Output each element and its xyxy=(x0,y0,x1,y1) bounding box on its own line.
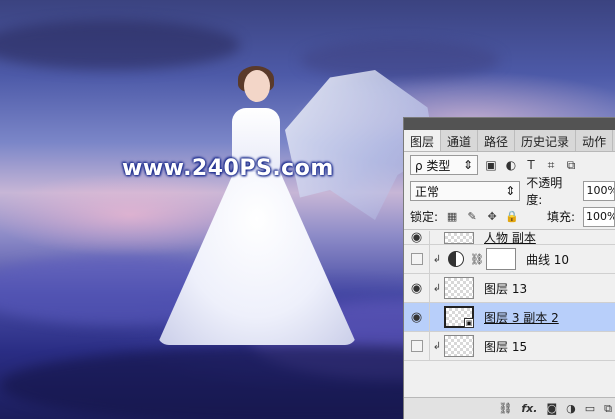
fill-input[interactable]: 100% xyxy=(583,206,615,227)
layers-list: ◉ 人物 副本 ↲ ⛓ 曲线 10 ◉ ↲ 图层 13 ◉ ▣ 图层 3 副本 … xyxy=(404,231,615,398)
filter-row: ρ 类型 ⇕ ▣ ◐ T ⌗ ⧉ xyxy=(404,152,615,178)
layer-name: 图层 15 xyxy=(484,339,528,354)
tab-layers[interactable]: 图层 xyxy=(404,130,442,151)
image-filter-icon[interactable]: ▣ xyxy=(484,158,498,172)
lock-row: 锁定: ▦ ✎ ✥ 🔒 填充: 100% xyxy=(404,204,615,230)
visibility-toggle[interactable] xyxy=(404,332,430,360)
layers-panel: 图层 通道 路径 历史记录 动作 ρ 类型 ⇕ ▣ ◐ T ⌗ ⧉ 正常 ⇕ 不… xyxy=(403,117,615,419)
tab-actions[interactable]: 动作 xyxy=(576,130,614,151)
lock-label: 锁定: xyxy=(410,210,439,224)
layer-row[interactable]: ↲ ⛓ 曲线 10 xyxy=(404,245,615,274)
smart-object-icon: ▣ xyxy=(464,318,474,328)
layer-name: 图层 13 xyxy=(484,281,528,296)
opacity-label: 不透明度: xyxy=(526,176,563,207)
hidden-box-icon xyxy=(410,253,423,265)
layer-row[interactable]: ◉ ↲ 图层 13 xyxy=(404,274,615,303)
panel-header-strip xyxy=(404,118,615,130)
bride-head xyxy=(244,70,270,102)
tab-channels[interactable]: 通道 xyxy=(441,130,479,151)
lock-transparent-icon[interactable]: ▦ xyxy=(446,210,458,223)
layers-bottom-bar: ⛓ fx. ◙ ◑ ▭ ⧉ xyxy=(404,397,615,419)
adjustment-icon[interactable]: ◑ xyxy=(566,402,576,415)
new-layer-icon[interactable]: ⧉ xyxy=(604,402,612,416)
mask-icon[interactable]: ◙ xyxy=(546,402,557,415)
layer-row[interactable]: ↲ 图层 15 xyxy=(404,332,615,361)
panel-tabs: 图层 通道 路径 历史记录 动作 xyxy=(404,130,615,152)
shape-filter-icon[interactable]: ⌗ xyxy=(544,158,558,172)
lock-pixels-icon[interactable]: ✎ xyxy=(466,210,478,223)
opacity-input[interactable]: 100% xyxy=(583,181,615,201)
folder-icon[interactable]: ▭ xyxy=(585,402,595,415)
link-icon[interactable]: ⛓ xyxy=(498,402,512,415)
layer-name: 图层 3 副本 2 xyxy=(484,310,559,325)
visibility-toggle[interactable]: ◉ xyxy=(404,274,430,302)
updown-arrow-icon: ⇕ xyxy=(462,158,473,172)
watermark-text: www.240PS.com xyxy=(122,156,334,181)
filter-type-select[interactable]: ρ 类型 ⇕ xyxy=(410,155,478,175)
tab-history[interactable]: 历史记录 xyxy=(515,130,577,151)
visibility-toggle[interactable]: ◉ xyxy=(404,303,430,331)
layer-row[interactable]: ◉ 人物 副本 xyxy=(404,231,615,245)
layer-thumbnail: ▣ xyxy=(444,306,474,328)
lock-position-icon[interactable]: ✥ xyxy=(486,210,498,223)
fx-icon[interactable]: fx. xyxy=(521,402,537,415)
layer-thumbnail xyxy=(444,231,474,244)
layer-row-selected[interactable]: ◉ ▣ 图层 3 副本 2 xyxy=(404,303,615,332)
visibility-toggle[interactable] xyxy=(404,245,430,273)
lock-all-icon[interactable]: 🔒 xyxy=(505,210,519,223)
hidden-box-icon xyxy=(410,340,423,352)
updown-arrow-icon: ⇕ xyxy=(505,184,516,198)
clip-arrow-icon: ↲ xyxy=(432,282,442,294)
adjustment-filter-icon[interactable]: ◐ xyxy=(504,158,518,172)
wedding-dress xyxy=(157,165,357,345)
chain-link-icon[interactable]: ⛓ xyxy=(470,253,484,266)
blend-mode-value: 正常 xyxy=(415,184,440,199)
layer-thumbnail xyxy=(444,335,474,357)
blend-mode-select[interactable]: 正常 ⇕ xyxy=(410,181,521,201)
blend-row: 正常 ⇕ 不透明度: 100% xyxy=(404,176,615,207)
visibility-toggle[interactable]: ◉ xyxy=(404,231,430,245)
eye-icon: ◉ xyxy=(410,280,423,296)
layer-name: 曲线 10 xyxy=(525,252,570,267)
layer-name: 人物 副本 xyxy=(484,231,536,245)
clip-arrow-icon: ↲ xyxy=(432,340,442,352)
eye-icon: ◉ xyxy=(410,231,423,245)
curves-adjustment-icon xyxy=(448,251,464,267)
eye-icon: ◉ xyxy=(410,309,423,325)
cloud xyxy=(0,20,240,70)
fill-label: 填充: xyxy=(546,210,575,224)
clip-arrow-icon: ↲ xyxy=(432,253,442,265)
cloud xyxy=(300,40,500,80)
tab-paths[interactable]: 路径 xyxy=(478,130,516,151)
smart-object-filter-icon[interactable]: ⧉ xyxy=(564,158,578,172)
type-filter-icon[interactable]: T xyxy=(524,158,538,172)
layer-thumbnail xyxy=(444,277,474,299)
filter-type-label: ρ 类型 xyxy=(415,158,451,173)
layer-mask-thumbnail xyxy=(485,248,516,270)
